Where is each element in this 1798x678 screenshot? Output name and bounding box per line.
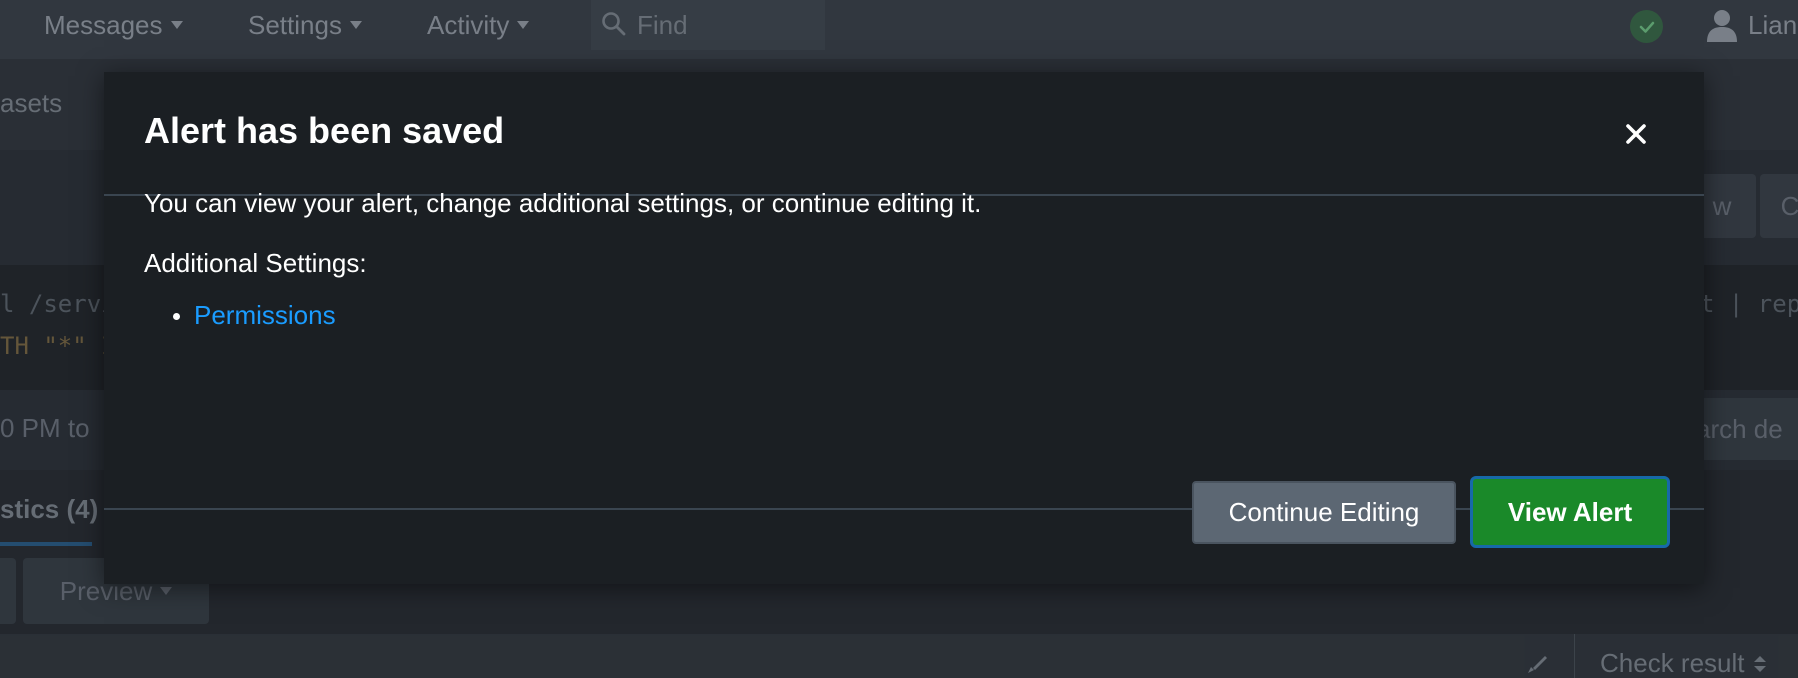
dialog-message: You can view your alert, change addition…	[144, 188, 982, 218]
close-icon[interactable]	[1620, 118, 1652, 150]
dialog-body	[104, 196, 1704, 510]
continue-editing-button[interactable]: Continue Editing	[1192, 481, 1456, 544]
view-alert-button[interactable]: View Alert	[1470, 476, 1670, 548]
list-item: Permissions	[144, 300, 336, 331]
permissions-link[interactable]: Permissions	[194, 300, 336, 330]
dialog-header: Alert has been saved	[104, 72, 1704, 196]
additional-settings-label: Additional Settings:	[144, 248, 367, 278]
settings-links-list: Permissions	[144, 300, 336, 331]
dialog-title: Alert has been saved	[144, 110, 505, 151]
app-page: Messages Settings Activity Find Lian ase…	[0, 0, 1798, 678]
alert-saved-dialog: Alert has been saved You can view your a…	[104, 72, 1704, 584]
